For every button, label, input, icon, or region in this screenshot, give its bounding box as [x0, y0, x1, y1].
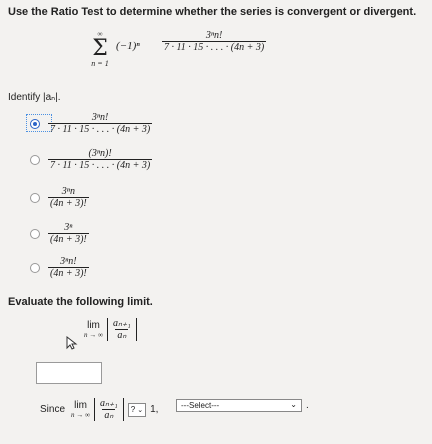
- ratio-fraction: aₙ₊₁ aₙ: [111, 318, 133, 341]
- option-fraction: 3ⁿn! 7 · 11 · 15 · . . . · (4n + 3): [48, 112, 153, 135]
- sum-lower-limit: n = 1: [91, 59, 109, 68]
- conclusion-select[interactable]: ---Select--- ⌄: [176, 399, 302, 412]
- lim-text: lim: [87, 320, 100, 331]
- limit-answer-input[interactable]: [36, 362, 102, 384]
- option-3[interactable]: 3ⁿn (4n + 3)!: [30, 186, 89, 209]
- one-text: 1,: [150, 404, 159, 415]
- ratio-fraction: aₙ₊₁ aₙ: [98, 398, 120, 421]
- limit-operator: lim n → ∞: [84, 320, 103, 339]
- radio-button[interactable]: [30, 262, 40, 273]
- option-4[interactable]: 3ⁿ (4n + 3)!: [30, 222, 89, 245]
- ratio-numerator: aₙ₊₁: [100, 398, 118, 409]
- limit-operator: lim n → ∞: [71, 400, 90, 419]
- option-denominator: (4n + 3)!: [48, 233, 89, 245]
- period-text: .: [306, 400, 309, 411]
- radio-button[interactable]: [30, 192, 40, 203]
- absolute-value: aₙ₊₁ aₙ: [107, 318, 137, 341]
- alternating-sign: (−1)ⁿ: [116, 40, 140, 52]
- summation: ∞ Σ n = 1: [88, 30, 112, 68]
- option-denominator: 7 · 11 · 15 · . . . · (4n + 3): [48, 159, 153, 171]
- option-denominator: 7 · 11 · 15 · . . . · (4n + 3): [48, 123, 153, 135]
- limit-expression: lim n → ∞ aₙ₊₁ aₙ: [84, 318, 137, 341]
- option-denominator: (4n + 3)!: [48, 197, 89, 209]
- option-fraction: 3ⁿn (4n + 3)!: [48, 186, 89, 209]
- comparison-value: ?: [130, 405, 136, 414]
- identify-label: Identify |aₙ|.: [8, 92, 61, 103]
- mouse-cursor-icon: [66, 336, 78, 350]
- radio-button[interactable]: [30, 154, 40, 165]
- option-fraction: (3ⁿn)! 7 · 11 · 15 · . . . · (4n + 3): [48, 148, 153, 171]
- since-label: Since: [40, 404, 66, 415]
- chevron-down-icon: ⌄: [290, 400, 297, 409]
- absolute-value: aₙ₊₁ aₙ: [94, 398, 124, 421]
- option-numerator: 3ⁿn!: [91, 112, 109, 123]
- series-denominator: 7 · 11 · 15 · . . . · (4n + 3): [162, 41, 267, 53]
- ratio-numerator: aₙ₊₁: [113, 318, 131, 329]
- lim-subscript: n → ∞: [71, 411, 91, 419]
- evaluate-label: Evaluate the following limit.: [8, 296, 153, 308]
- sigma-icon: Σ: [92, 36, 108, 61]
- conclusion-select-value: ---Select---: [181, 401, 220, 410]
- option-5[interactable]: 3ⁿn! (4n + 3)!: [30, 256, 89, 279]
- radio-button[interactable]: [30, 228, 40, 239]
- option-2[interactable]: (3ⁿn)! 7 · 11 · 15 · . . . · (4n + 3): [30, 148, 153, 171]
- series-expression: ∞ Σ n = 1 (−1)ⁿ 3ⁿn! 7 · 11 · 15 · . . .…: [88, 30, 388, 82]
- option-fraction: 3ⁿn! (4n + 3)!: [48, 256, 89, 279]
- option-numerator: (3ⁿn)!: [88, 148, 112, 159]
- option-denominator: (4n + 3)!: [48, 267, 89, 279]
- chevron-down-icon: ⌄: [137, 406, 144, 414]
- lim-subscript: n → ∞: [84, 331, 103, 339]
- series-numerator: 3ⁿn!: [205, 30, 223, 41]
- comparison-select[interactable]: ? ⌄: [127, 402, 147, 417]
- ratio-denominator: aₙ: [115, 329, 129, 341]
- prompt-text: Use the Ratio Test to determine whether …: [8, 6, 417, 18]
- option-1[interactable]: 3ⁿn! 7 · 11 · 15 · . . . · (4n + 3): [30, 112, 153, 135]
- option-numerator: 3ⁿn!: [60, 256, 77, 267]
- series-term: 3ⁿn! 7 · 11 · 15 · . . . · (4n + 3): [162, 30, 267, 53]
- option-numerator: 3ⁿn: [61, 186, 75, 197]
- option-numerator: 3ⁿ: [64, 222, 73, 233]
- ratio-denominator: aₙ: [102, 409, 116, 421]
- lim-text: lim: [74, 400, 87, 411]
- option-fraction: 3ⁿ (4n + 3)!: [48, 222, 89, 245]
- radio-button-selected[interactable]: [30, 118, 40, 129]
- since-statement: Since lim n → ∞ aₙ₊₁ aₙ ? ⌄ 1,: [40, 398, 158, 421]
